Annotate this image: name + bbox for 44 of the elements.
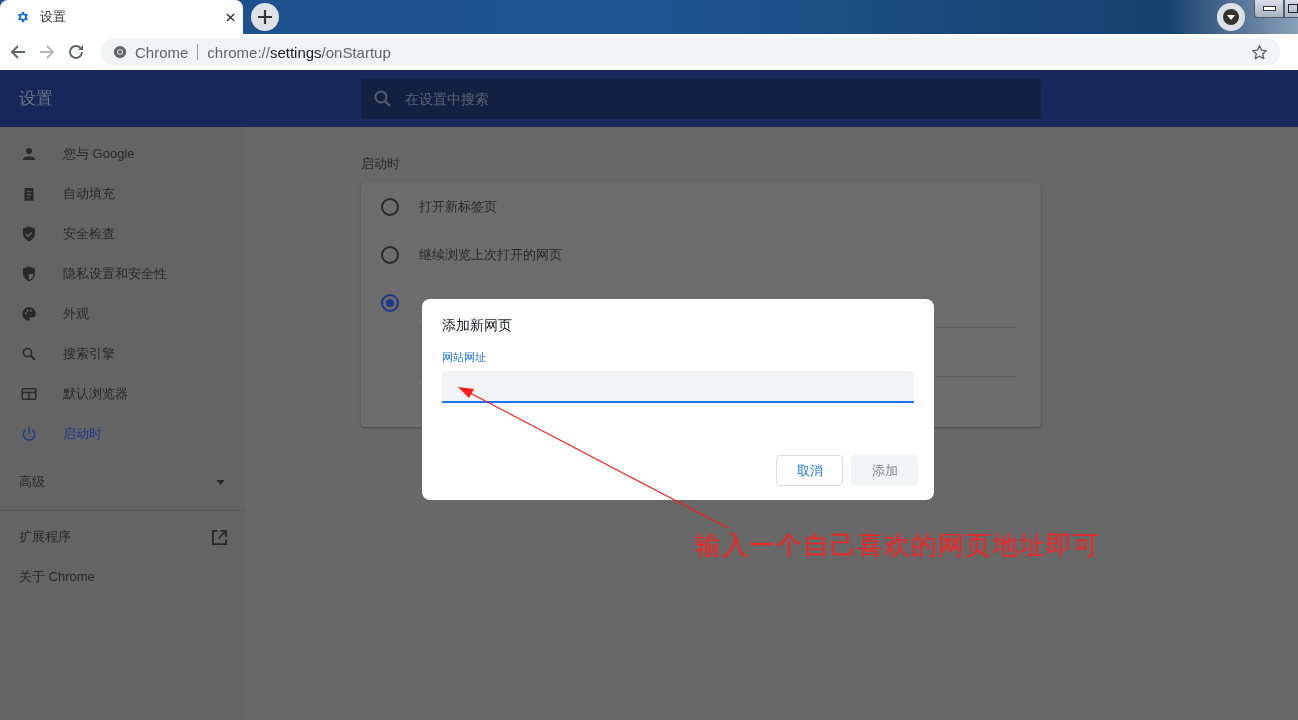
new-tab-button[interactable] (251, 3, 279, 31)
reload-icon[interactable] (66, 42, 86, 62)
origin-label: Chrome (135, 43, 189, 61)
about-link[interactable]: 关于 Chrome (0, 555, 95, 599)
cancel-button[interactable]: 取消 (776, 455, 843, 486)
annotation-text: 输入一个自己喜欢的网页地址即可 (695, 529, 1100, 562)
url-text: chrome://settings/onStartup (207, 43, 392, 61)
option-label: 继续浏览上次打开的网页 (419, 246, 562, 264)
gear-icon (16, 10, 30, 24)
extensions-link[interactable]: 扩展程序 (0, 519, 245, 555)
advanced-toggle[interactable]: 高级 (0, 458, 245, 506)
browser-tab[interactable]: 设置 (0, 0, 243, 34)
address-bar[interactable]: Chrome chrome://settings/onStartup (101, 38, 1280, 66)
person-icon (20, 145, 38, 163)
minimize-button[interactable] (1254, 0, 1284, 18)
sidebar-item[interactable]: 安全检查 (0, 214, 245, 254)
restore-button[interactable] (1284, 0, 1298, 18)
shield-check-icon (20, 225, 38, 243)
external-link-icon (211, 528, 228, 546)
shield-icon (20, 265, 38, 283)
search-icon (20, 345, 38, 363)
palette-icon (20, 305, 38, 323)
sidebar-item[interactable]: 启动时 (0, 414, 245, 454)
settings-title: 设置 (18, 88, 54, 110)
star-icon[interactable] (1251, 43, 1268, 61)
sidebar-item[interactable]: 您与 Google (0, 134, 245, 174)
dialog-title: 添加新网页 (442, 317, 512, 335)
power-icon (20, 425, 38, 443)
tab-search-button[interactable] (1217, 3, 1245, 31)
tab-title: 设置 (40, 8, 67, 26)
browser-icon (20, 385, 38, 403)
url-input-field[interactable] (442, 371, 914, 403)
radio-button[interactable] (381, 198, 399, 216)
caret-icon (216, 479, 225, 485)
radio-button[interactable] (381, 294, 399, 312)
field-label: 网站网址 (442, 350, 486, 365)
chrome-icon (113, 45, 127, 59)
sidebar-item[interactable]: 外观 (0, 294, 245, 334)
close-icon[interactable] (226, 12, 235, 22)
section-title: 启动时 (361, 155, 400, 173)
option-label: 打开新标签页 (419, 198, 497, 216)
search-icon (373, 88, 393, 109)
search-field[interactable]: 在设置中搜索 (361, 78, 1041, 119)
radio-button[interactable] (381, 246, 399, 264)
